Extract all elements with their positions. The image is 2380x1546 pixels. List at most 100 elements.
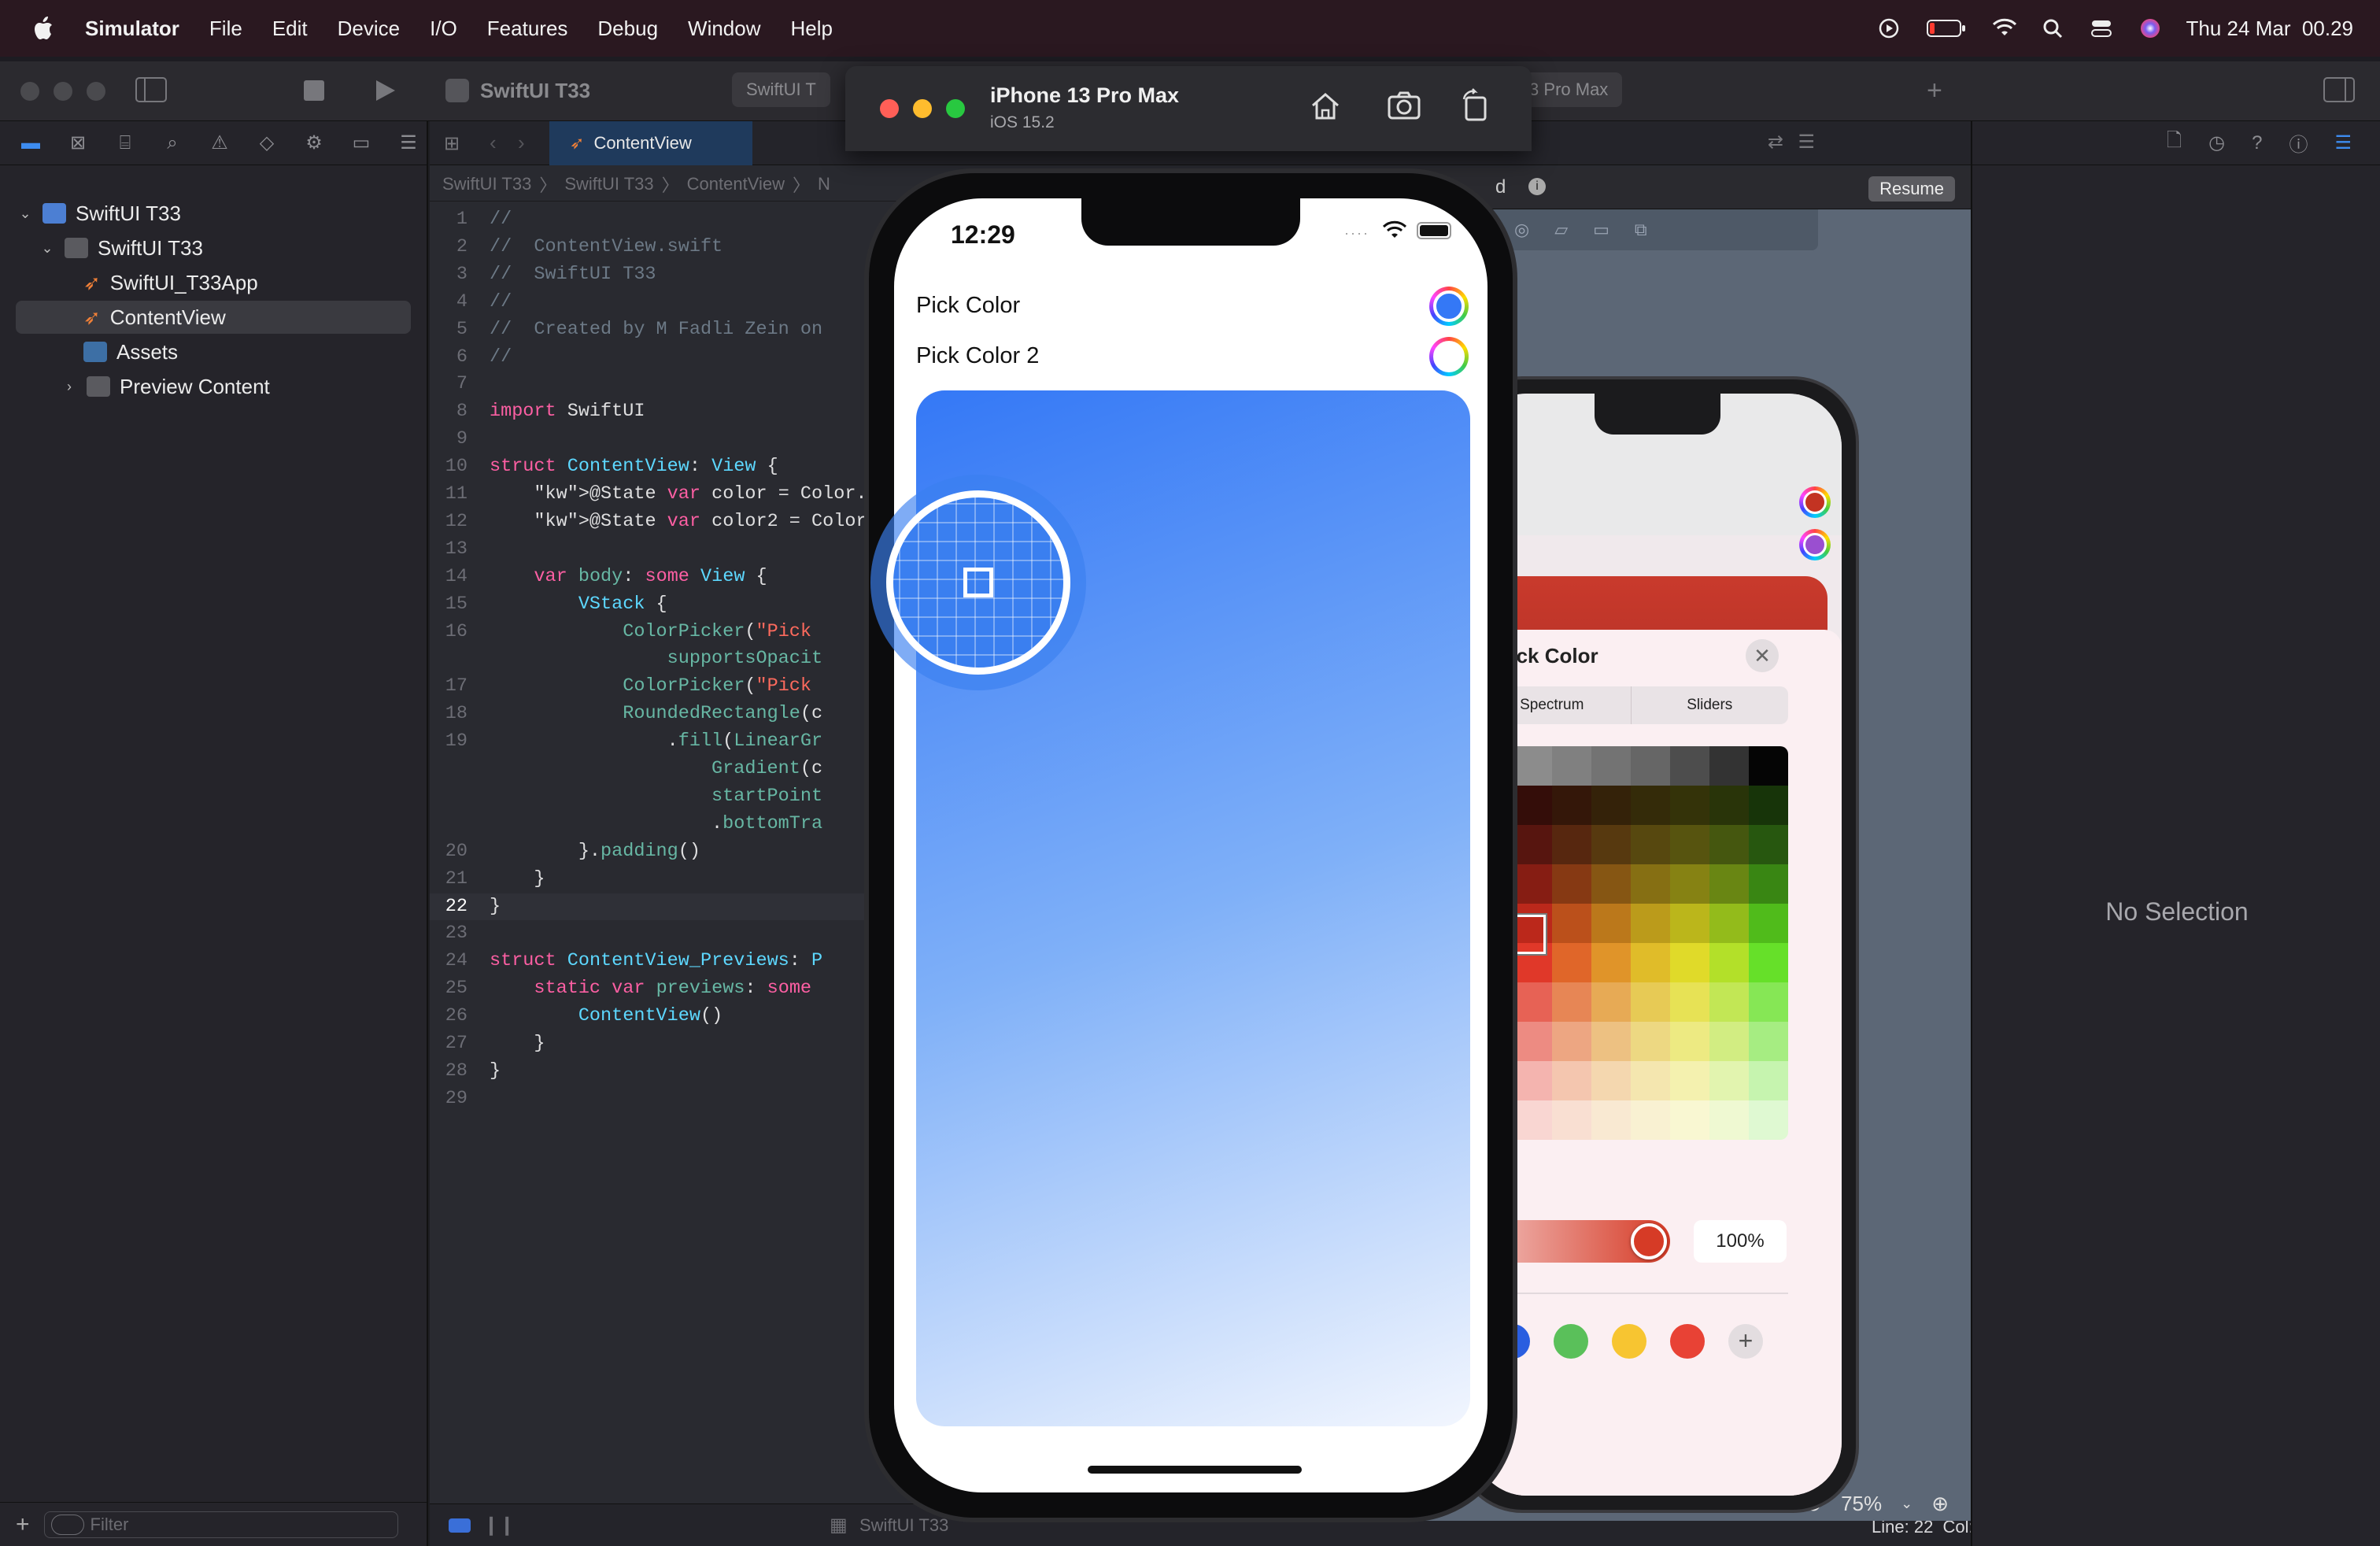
code-line[interactable]: 5 // Created by M Fadli Zein on <box>430 316 870 343</box>
menu-file[interactable]: File <box>209 17 242 41</box>
color-grid-cell[interactable] <box>1631 1022 1670 1061</box>
color-grid-cell[interactable] <box>1631 746 1670 786</box>
help-icon[interactable]: ? <box>2252 132 2262 154</box>
back-icon[interactable]: ‹ <box>490 131 497 155</box>
color-grid-cell[interactable] <box>1709 943 1749 982</box>
color-grid-cell[interactable] <box>1552 1022 1591 1061</box>
color-grid-cell[interactable] <box>1670 746 1709 786</box>
color-grid-cell[interactable] <box>1591 943 1631 982</box>
zoom-level[interactable]: 75% <box>1841 1492 1882 1516</box>
history-icon[interactable]: ◷ <box>2208 131 2225 154</box>
run-icon[interactable] <box>373 79 397 106</box>
code-line[interactable]: startPoint <box>430 783 870 810</box>
activity-tab-chip[interactable]: SwiftUI T <box>732 72 830 107</box>
code-line[interactable]: 15 VStack { <box>430 591 870 618</box>
code-line[interactable]: 8 import SwiftUI <box>430 398 870 425</box>
file-inspector-icon[interactable]: 🗋 <box>2167 127 2182 159</box>
code-line[interactable]: 4 // <box>430 289 870 316</box>
chevron-down-icon[interactable]: ⌄ <box>1901 1496 1913 1512</box>
menu-features[interactable]: Features <box>487 17 568 41</box>
source-control-icon[interactable]: ⊠ <box>63 130 93 157</box>
color-grid-cell[interactable] <box>1709 1061 1749 1100</box>
add-file-icon[interactable]: + <box>16 1511 30 1538</box>
color-grid-cell[interactable] <box>1631 825 1670 864</box>
refresh-icon[interactable]: ⇄ <box>1768 131 1783 153</box>
breakpoint-icon[interactable]: ▭ <box>346 130 376 157</box>
console-toggle-icon[interactable] <box>449 1518 471 1533</box>
color-grid-cell[interactable] <box>1513 786 1552 825</box>
zoom-window-button[interactable] <box>946 99 965 118</box>
color-picker-1-well[interactable] <box>1429 287 1469 326</box>
tree-item-preview-content[interactable]: › Preview Content <box>61 370 411 403</box>
color-grid-cell[interactable] <box>1513 1100 1552 1140</box>
color-grid-cell[interactable] <box>1670 1061 1709 1100</box>
color-grid-cell[interactable] <box>1552 786 1591 825</box>
chevron-down-icon[interactable]: ⌄ <box>17 197 33 230</box>
color-grid-cell[interactable] <box>1591 1100 1631 1140</box>
code-line[interactable]: 20 }.padding() <box>430 838 870 865</box>
code-line[interactable]: 18 RoundedRectangle(c <box>430 701 870 727</box>
code-line[interactable]: 28} <box>430 1058 870 1085</box>
color-grid-cell[interactable] <box>1749 1022 1788 1061</box>
accessibility-icon[interactable]: ⓘ <box>2289 129 2308 157</box>
report-icon[interactable]: ☰ <box>394 130 423 157</box>
rotate-icon[interactable] <box>1459 88 1491 127</box>
spotlight-search-icon[interactable] <box>2040 16 2065 41</box>
zoom-in-icon[interactable]: ⊕ <box>1931 1492 1949 1516</box>
opacity-slider-thumb[interactable] <box>1631 1223 1667 1259</box>
screenshot-icon[interactable] <box>1387 90 1421 125</box>
code-line[interactable]: 13 <box>430 536 870 563</box>
minimize-window-button[interactable] <box>913 99 932 118</box>
tree-item-app-file[interactable]: ➶ SwiftUI_T33App <box>61 266 411 299</box>
info-icon[interactable]: i <box>1528 178 1546 195</box>
code-line[interactable]: 26 ContentView() <box>430 1003 870 1030</box>
color-grid-cell[interactable] <box>1591 864 1631 904</box>
siri-icon[interactable] <box>2138 16 2163 41</box>
color-grid-cell[interactable] <box>1591 1022 1631 1061</box>
color-grid-cell[interactable] <box>1709 1022 1749 1061</box>
code-line[interactable]: 2 // ContentView.swift <box>430 234 870 261</box>
color-grid-cell[interactable] <box>1631 864 1670 904</box>
menu-io[interactable]: I/O <box>430 17 457 41</box>
color-grid-cell[interactable] <box>1670 825 1709 864</box>
breadcrumb-group[interactable]: SwiftUI T33 <box>564 174 653 194</box>
color-grid-cell[interactable] <box>1670 1022 1709 1061</box>
code-line[interactable]: 23 <box>430 920 870 947</box>
color-grid-cell[interactable] <box>1670 1100 1709 1140</box>
chevron-right-icon[interactable]: › <box>61 370 77 403</box>
color-grid-cell[interactable] <box>1749 904 1788 943</box>
color-grid-cell[interactable] <box>1552 746 1591 786</box>
code-line[interactable]: 21 } <box>430 866 870 893</box>
code-line[interactable]: 27 } <box>430 1030 870 1057</box>
color-grid-cell[interactable] <box>1631 943 1670 982</box>
tree-item-contentview[interactable]: ➶ ContentView <box>16 301 411 334</box>
color-grid-cell[interactable] <box>1749 786 1788 825</box>
color-grid-cell[interactable] <box>1670 904 1709 943</box>
menu-debug[interactable]: Debug <box>597 17 658 41</box>
battery-icon[interactable] <box>1925 16 1968 41</box>
code-line[interactable]: 16 ColorPicker("Pick <box>430 619 870 645</box>
control-center-icon[interactable] <box>2089 16 2114 41</box>
filter-field[interactable]: Filter <box>43 1511 398 1538</box>
color-grid-cell[interactable] <box>1749 825 1788 864</box>
find-icon[interactable]: ⌕ <box>157 130 187 157</box>
color-grid-cell[interactable] <box>1552 904 1591 943</box>
preview-color-well-1[interactable] <box>1799 486 1831 518</box>
tab-contentview[interactable]: ➶ ContentView <box>549 121 752 165</box>
saved-color-swatch[interactable] <box>1554 1324 1588 1359</box>
add-swatch-icon[interactable]: + <box>1728 1324 1763 1359</box>
color-grid-cell[interactable] <box>1670 943 1709 982</box>
code-line[interactable]: 11 "kw">@State var color = Color.b <box>430 481 870 508</box>
code-line[interactable]: 6 // <box>430 344 870 371</box>
breadcrumb-project[interactable]: SwiftUI T33 <box>442 174 531 194</box>
color-grid-cell[interactable] <box>1591 904 1631 943</box>
code-line[interactable]: 12 "kw">@State var color2 = Color. <box>430 509 870 535</box>
apple-menu-icon[interactable] <box>30 14 55 43</box>
color-grid-cell[interactable] <box>1513 746 1552 786</box>
inspect-icon[interactable]: ◎ <box>1514 220 1529 240</box>
menu-edit[interactable]: Edit <box>272 17 308 41</box>
color-grid-cell[interactable] <box>1670 864 1709 904</box>
play-status-icon[interactable] <box>1876 16 1901 41</box>
symbol-icon[interactable]: ⌸ <box>110 130 140 157</box>
color-grid-cell[interactable] <box>1591 1061 1631 1100</box>
